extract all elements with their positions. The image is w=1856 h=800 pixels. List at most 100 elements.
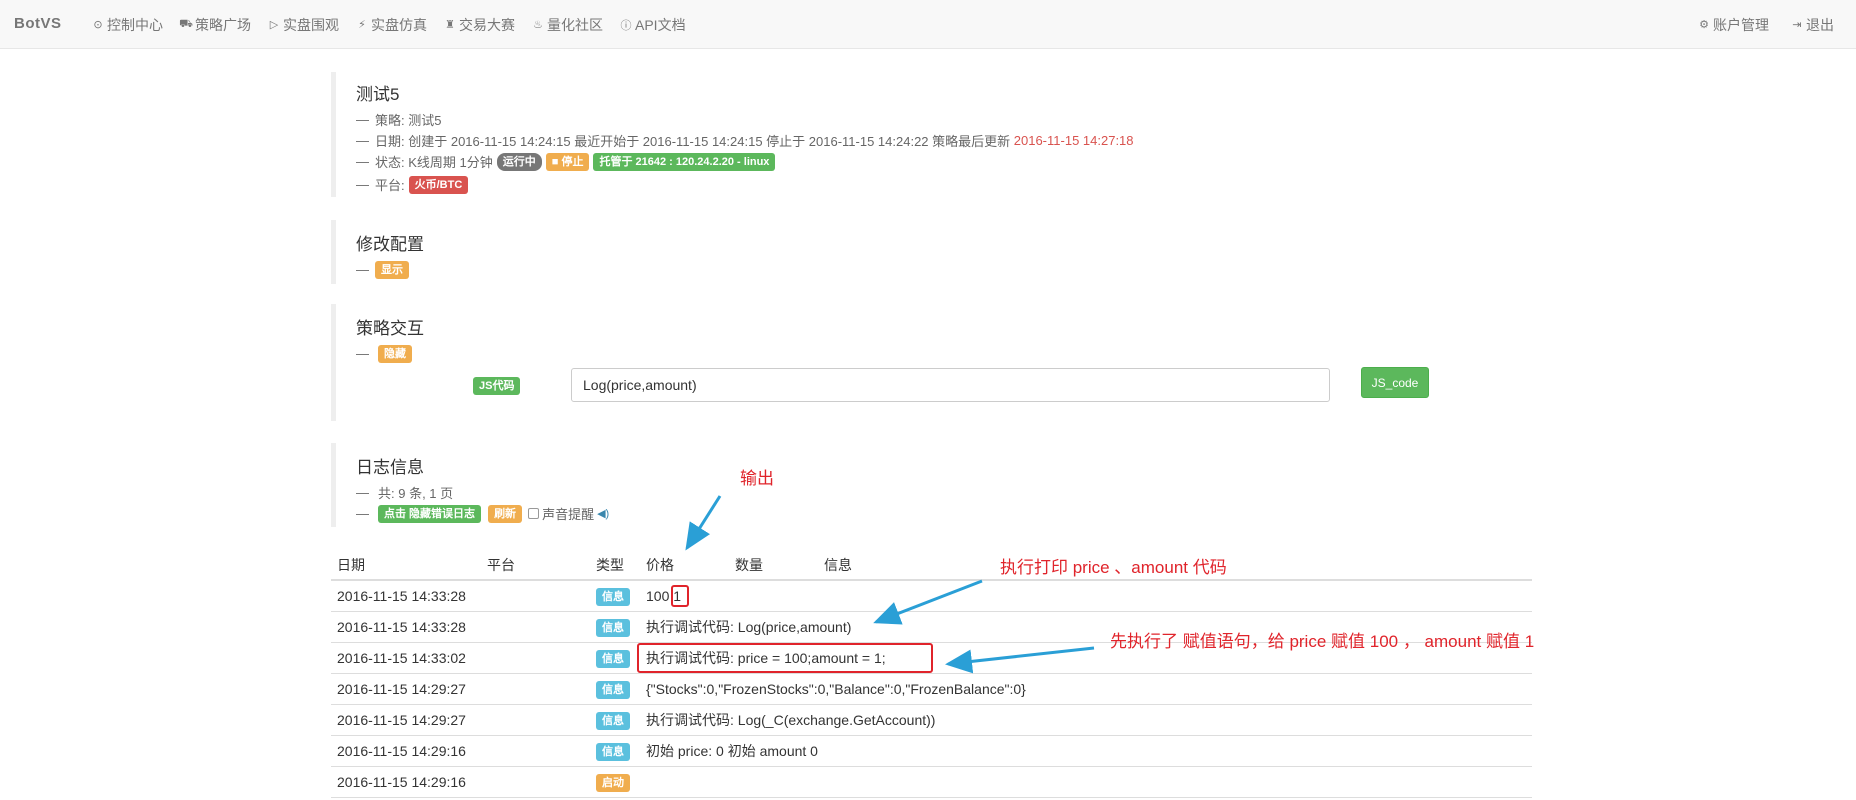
log-table-header: 日期 平台 类型 价格 数量 信息 <box>331 550 1532 581</box>
row-price-amount: 100 1 <box>640 588 1532 604</box>
platform-prefix: 平台: <box>375 178 405 193</box>
interaction-panel: 策略交互 — 隐藏 JS代码 Log(price,amount) JS_code <box>331 304 1431 421</box>
dash: — <box>356 346 369 361</box>
row-price: 100 <box>646 588 670 604</box>
row-date: 2016-11-15 14:29:27 <box>337 681 466 697</box>
js-command-input[interactable]: Log(price,amount) <box>571 368 1330 402</box>
nav-item-account[interactable]: ⚙ 账户管理 <box>1698 0 1789 49</box>
row-type: 启动 <box>590 773 640 792</box>
type-badge: 信息 <box>596 587 630 606</box>
logout-icon: ⇥ <box>1792 19 1802 31</box>
sound-alert-checkbox[interactable] <box>528 508 540 519</box>
type-badge: 信息 <box>596 742 630 761</box>
log-summary: 共: 9 条, 1 页 <box>378 486 454 501</box>
nav-item-label: 量化社区 <box>547 16 603 33</box>
cart-icon: ⛟ <box>179 17 193 30</box>
log-table: 日期 平台 类型 价格 数量 信息 2016-11-15 14:33:28 信息… <box>331 550 1532 798</box>
interaction-hide-toggle[interactable]: 隐藏 <box>378 344 412 363</box>
nav-item-label: 控制中心 <box>107 16 163 33</box>
highlight-amount-box <box>671 585 689 607</box>
nav-item-label: 实盘围观 <box>283 16 339 33</box>
config-panel: 修改配置 — 显示 <box>331 220 1431 284</box>
strategy-line: — 策略: 测试5 <box>356 109 1431 130</box>
row-date: 2016-11-15 14:33:02 <box>337 650 466 666</box>
nav-item-live-watch[interactable]: ▷ 实盘围观 <box>268 0 354 49</box>
dash: — <box>356 112 369 127</box>
dash: — <box>356 506 369 521</box>
config-toggle-line: — 显示 <box>356 259 1431 280</box>
row-date: 2016-11-15 14:33:28 <box>337 619 466 635</box>
status-line: — 状态: K线周期 1分钟 运行中 ■ 停止 托管于 21642 : 120.… <box>356 151 1431 172</box>
dash: — <box>356 133 369 148</box>
nav-item-label: API文档 <box>635 16 686 33</box>
log-title: 日志信息 <box>356 458 424 477</box>
nav-item-label: 实盘仿真 <box>371 16 427 33</box>
flash-icon: ⚡ <box>358 19 366 31</box>
brand-logo[interactable]: BotVS <box>14 15 62 32</box>
header-platform: 平台 <box>487 556 515 573</box>
row-type: 信息 <box>590 649 640 668</box>
highlight-assign-box <box>637 643 933 673</box>
nav-item-logout[interactable]: ⇥ 退出 <box>1791 0 1854 49</box>
info-circle-icon: ⓘ <box>620 19 632 32</box>
dash: — <box>356 262 369 277</box>
tower-icon: ♜ <box>445 19 455 31</box>
config-show-toggle[interactable]: 显示 <box>375 260 409 279</box>
type-badge: 启动 <box>596 773 630 792</box>
row-type: 信息 <box>590 742 640 761</box>
dash: — <box>356 154 369 169</box>
platform-badge: 火币/BTC <box>408 175 469 194</box>
refresh-button[interactable]: 刷新 <box>488 504 523 523</box>
interaction-toggle-line: — 隐藏 <box>356 343 1431 364</box>
hide-error-logs-button[interactable]: 点击 隐藏错误日志 <box>378 504 482 523</box>
type-badge: 信息 <box>596 680 630 699</box>
robot-info-panel: 测试5 — 策略: 测试5 — 日期: 创建于 2016-11-15 14:24… <box>331 72 1431 197</box>
config-title: 修改配置 <box>356 235 424 254</box>
dash: — <box>356 485 369 500</box>
row-type: 信息 <box>590 711 640 730</box>
row-date: 2016-11-15 14:29:16 <box>337 774 466 790</box>
clock-icon: ⊙ <box>93 19 103 31</box>
stop-button[interactable]: ■ 停止 <box>545 152 590 171</box>
row-message: 执行调试代码: Log(_C(exchange.GetAccount)) <box>646 712 936 728</box>
nav-item-label: 交易大赛 <box>459 16 515 33</box>
type-badge: 信息 <box>596 618 630 637</box>
last-update-time: 2016-11-15 14:27:18 <box>1013 133 1134 148</box>
running-badge: 运行中 <box>496 152 542 171</box>
speaker-icon[interactable]: ◀) <box>597 507 609 520</box>
strategy-name[interactable]: 测试5 <box>408 110 441 129</box>
dash: — <box>356 177 369 192</box>
type-badge: 信息 <box>596 711 630 730</box>
play-circle-icon: ▷ <box>269 19 279 31</box>
annotation-exec-print: 执行打印 price 、amount 代码 <box>1000 558 1227 577</box>
platform-line: — 平台: 火币/BTC <box>356 174 1431 195</box>
js-code-label: JS代码 <box>473 377 521 395</box>
js-command-row: JS代码 Log(price,amount) JS_code <box>356 364 1431 408</box>
row-date: 2016-11-15 14:29:16 <box>337 743 466 759</box>
nav-item-simulation[interactable]: ⚡ 实盘仿真 <box>356 0 442 49</box>
table-row: 2016-11-15 14:29:27 信息 {"Stocks":0,"Froz… <box>331 674 1532 705</box>
nav-item-strategy-square[interactable]: ⛟ 策略广场 <box>179 0 266 49</box>
annotation-output: 输出 <box>740 469 774 488</box>
row-date: 2016-11-15 14:33:28 <box>337 588 466 604</box>
status-text: 状态: K线周期 1分钟 <box>375 155 493 170</box>
header-price: 价格 <box>646 556 674 573</box>
log-actions-line: — 点击 隐藏错误日志 刷新 声音提醒 ◀) <box>356 503 1431 524</box>
table-row: 2016-11-15 14:29:16 信息 初始 price: 0 初始 am… <box>331 736 1532 767</box>
nav-item-label: 退出 <box>1806 16 1834 33</box>
row-message: 初始 price: 0 初始 amount 0 <box>646 743 818 759</box>
nav-item-control-center[interactable]: ⊙ 控制中心 <box>92 0 178 49</box>
nav-item-api-docs[interactable]: ⓘ API文档 <box>620 0 701 49</box>
date-text: 日期: 创建于 2016-11-15 14:24:15 最近开始于 2016-1… <box>375 134 1011 149</box>
top-navbar: BotVS ⊙ 控制中心 ⛟ 策略广场 ▷ 实盘围观 ⚡ 实盘仿真 ♜ 交易大赛 ♨ 量化社… <box>0 0 1856 49</box>
nav-left-menu: ⊙ 控制中心 ⛟ 策略广场 ▷ 实盘围观 ⚡ 实盘仿真 ♜ 交易大赛 ♨ 量化社区 ⓘ API… <box>92 0 703 49</box>
nav-item-community[interactable]: ♨ 量化社区 <box>532 0 618 49</box>
strategy-prefix: 策略: <box>375 113 405 128</box>
nav-item-label: 策略广场 <box>195 16 251 33</box>
nav-item-label: 账户管理 <box>1713 16 1769 33</box>
type-badge: 信息 <box>596 649 630 668</box>
robot-title: 测试5 <box>356 85 400 104</box>
table-row: 2016-11-15 14:29:27 信息 执行调试代码: Log(_C(ex… <box>331 705 1532 736</box>
nav-item-contest[interactable]: ♜ 交易大赛 <box>444 0 530 49</box>
js-code-button[interactable]: JS_code <box>1361 367 1429 398</box>
